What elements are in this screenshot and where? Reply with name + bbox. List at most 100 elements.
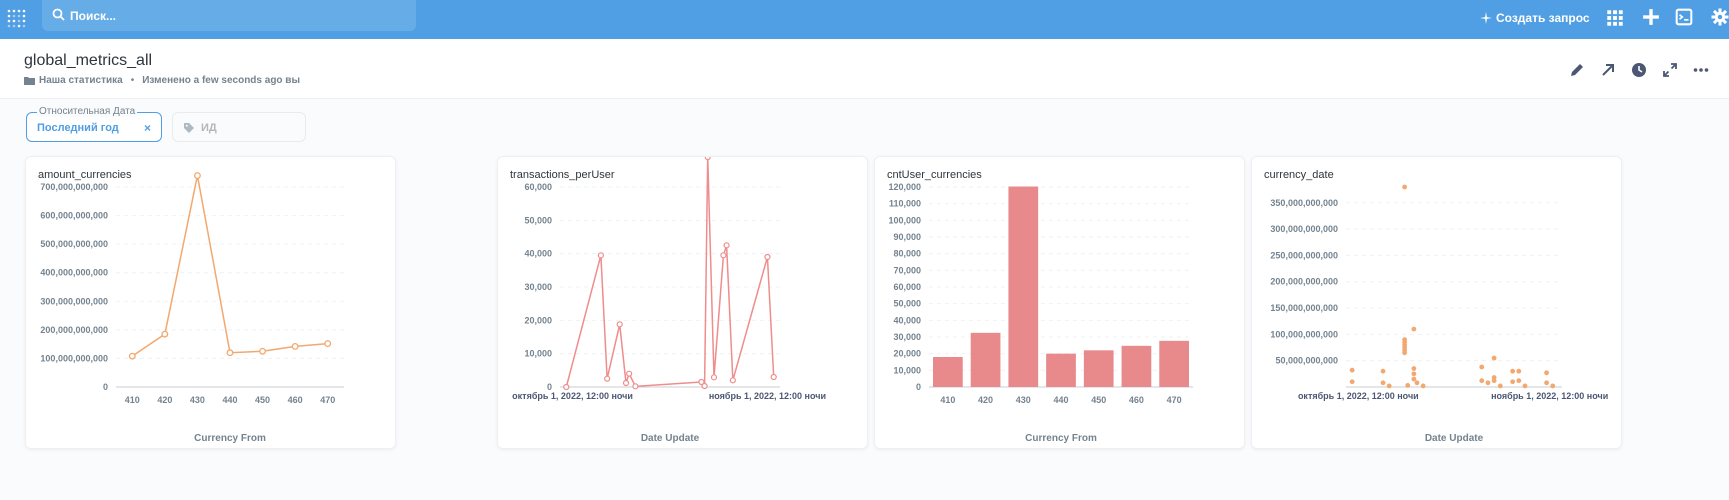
data-point xyxy=(1544,370,1549,376)
y-tick-label: 10,000 xyxy=(524,349,552,359)
x-tick-label: 470 xyxy=(320,395,335,405)
y-tick-label: 200,000,000,000 xyxy=(40,325,108,335)
data-point xyxy=(1411,376,1417,382)
x-tick-label: 440 xyxy=(222,395,237,405)
filter-value: Последний год xyxy=(37,122,119,134)
edit-pencil-icon[interactable] xyxy=(1569,62,1585,78)
data-point xyxy=(1349,367,1355,373)
x-axis-title: Date Update xyxy=(641,433,700,444)
y-tick-label: 30,000 xyxy=(893,332,921,342)
data-point xyxy=(604,375,611,382)
data-point xyxy=(1402,350,1408,356)
data-point xyxy=(1479,364,1485,370)
y-tick-label: 0 xyxy=(103,382,108,392)
x-tick-label: 420 xyxy=(978,395,993,405)
more-options-icon[interactable] xyxy=(1693,62,1709,78)
data-point xyxy=(1485,380,1491,386)
y-tick-label: 600,000,000,000 xyxy=(40,211,108,221)
y-tick-label: 50,000 xyxy=(524,215,552,225)
y-tick-label: 250,000,000,000 xyxy=(1270,250,1338,260)
fullscreen-expand-icon[interactable] xyxy=(1662,62,1678,78)
filter-label: Относительная Дата xyxy=(37,106,138,117)
data-point xyxy=(161,330,169,338)
data-point xyxy=(1550,383,1556,389)
x-tick-label: ноябрь 1, 2022, 12:00 ночи xyxy=(709,391,826,401)
last-edited-info: Изменено a few seconds ago вы xyxy=(142,75,300,86)
y-tick-label: 150,000,000,000 xyxy=(1270,303,1338,313)
x-axis-title: Date Update xyxy=(1425,433,1484,444)
x-tick-label: 430 xyxy=(190,395,205,405)
id-filter[interactable]: ИД xyxy=(172,112,306,142)
x-tick-label: 470 xyxy=(1167,395,1182,405)
y-tick-label: 120,000 xyxy=(888,182,921,192)
data-point xyxy=(622,379,630,387)
line-chart: 010,00020,00030,00040,00050,00060,000окт… xyxy=(512,157,826,444)
y-tick-label: 100,000 xyxy=(888,215,921,225)
clear-filter-button[interactable]: × xyxy=(144,121,151,135)
settings-gear-icon[interactable] xyxy=(1711,8,1729,26)
card-amount-currencies[interactable]: amount_currencies 0 100,000,000,000 200,00… xyxy=(25,156,396,449)
y-tick-label: 200,000,000,000 xyxy=(1270,277,1338,287)
data-point xyxy=(1411,326,1417,332)
data-point xyxy=(1405,383,1411,388)
y-tick-label: 100,000,000,000 xyxy=(1270,329,1338,339)
data-point xyxy=(1516,368,1522,374)
y-tick-label: 30,000 xyxy=(524,282,552,292)
history-clock-icon[interactable] xyxy=(1631,62,1647,78)
search-input[interactable]: Поиск... xyxy=(42,0,416,31)
metabase-logo-icon[interactable] xyxy=(6,7,28,29)
data-point xyxy=(1516,378,1522,384)
data-point xyxy=(720,252,727,259)
y-tick-label: 10,000 xyxy=(893,365,921,375)
bar xyxy=(970,332,1001,387)
share-arrow-icon[interactable] xyxy=(1600,62,1616,78)
data-point xyxy=(1414,380,1420,386)
sql-editor-icon[interactable] xyxy=(1675,8,1693,26)
card-currency-date[interactable]: currency_date 50,000,000,000 100,000,000,… xyxy=(1251,156,1622,449)
series-line xyxy=(565,157,775,389)
card-transactions-per-user[interactable]: transactions_perUser 0 10,000 20,000 30,000… xyxy=(497,156,868,449)
x-tick-label: 430 xyxy=(1016,395,1031,405)
y-tick-label: 400,000,000,000 xyxy=(40,268,108,278)
search-placeholder: Поиск... xyxy=(70,9,117,23)
separator-dot: • xyxy=(130,75,135,86)
x-tick-label: 410 xyxy=(125,395,140,405)
scatter-chart: 50,000,000,000 100,000,000,000 150,000,000… xyxy=(1270,184,1608,444)
bar-chart: 0 10,000 20,000 30,000 40,000 50,000 60,000 70,… xyxy=(888,182,1193,444)
relative-date-filter[interactable]: Относительная Дата Последний год × xyxy=(26,106,162,142)
data-point xyxy=(324,340,332,348)
data-point xyxy=(710,374,718,381)
y-tick-label: 20,000 xyxy=(893,349,921,359)
data-point xyxy=(1479,378,1485,384)
data-point xyxy=(701,382,708,390)
data-point xyxy=(770,373,777,381)
data-point xyxy=(226,349,234,357)
x-tick-label: 450 xyxy=(255,395,270,405)
x-tick-label: 420 xyxy=(157,395,172,405)
data-point xyxy=(1411,371,1417,377)
x-tick-label: октябрь 1, 2022, 12:00 ночи xyxy=(512,391,633,401)
data-point xyxy=(193,172,201,180)
series-line xyxy=(131,175,328,357)
grid-icon[interactable] xyxy=(1606,9,1624,27)
dashboard-title[interactable]: global_metrics_all xyxy=(24,52,152,70)
y-tick-label: 40,000 xyxy=(893,315,921,325)
y-tick-label: 100,000,000,000 xyxy=(40,353,108,363)
data-point xyxy=(616,321,623,328)
y-tick-label: 500,000,000,000 xyxy=(40,239,108,249)
card-cnt-user-currencies[interactable]: cntUser_currencies 0 10,000 20,000 30,000 40… xyxy=(874,156,1245,449)
data-point xyxy=(1402,184,1408,190)
new-question-button[interactable]: Создать запрос xyxy=(1480,8,1590,28)
data-point xyxy=(259,347,267,355)
collection-link[interactable]: Наша статистика xyxy=(39,75,123,86)
data-point xyxy=(704,157,711,161)
data-point xyxy=(1349,379,1355,385)
data-point xyxy=(1386,383,1392,389)
y-tick-label: 20,000 xyxy=(524,315,552,325)
y-tick-label: 700,000,000,000 xyxy=(40,182,108,192)
data-point xyxy=(1522,383,1528,389)
add-icon[interactable] xyxy=(1642,8,1660,26)
y-tick-label: 350,000,000,000 xyxy=(1270,198,1338,208)
y-tick-label: 60,000 xyxy=(524,182,552,192)
bar xyxy=(1159,340,1189,387)
